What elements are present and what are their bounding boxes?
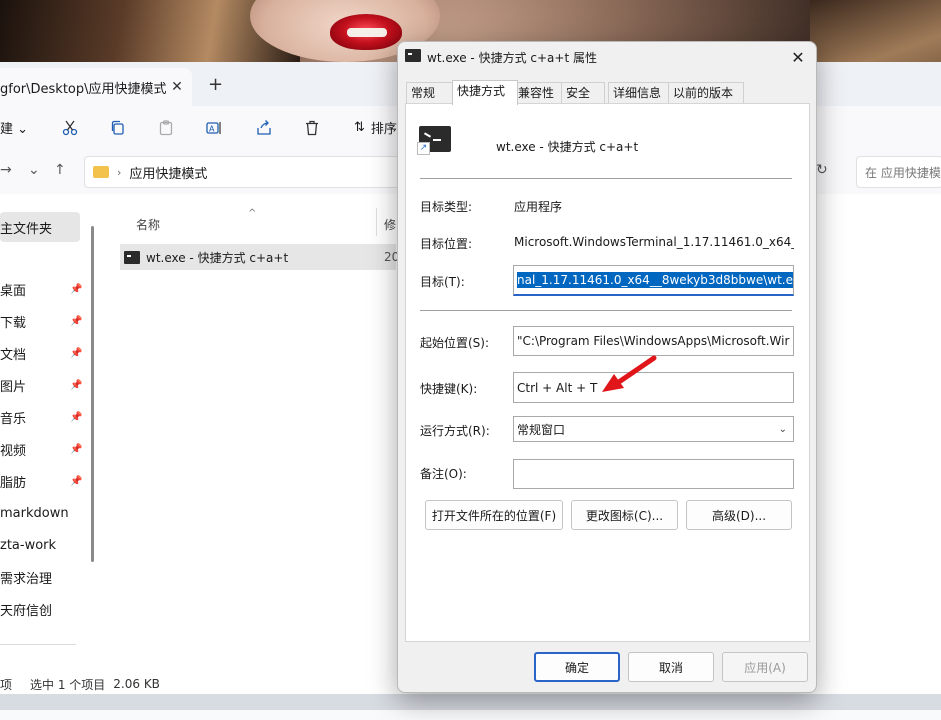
tab-details[interactable]: 详细信息 bbox=[608, 82, 674, 104]
dialog-title: wt.exe - 快捷方式 c+a+t 属性 bbox=[427, 51, 597, 65]
folder-icon bbox=[93, 166, 109, 178]
terminal-icon: ↗ bbox=[417, 126, 451, 155]
divider bbox=[420, 178, 792, 179]
sidebar-item-downloads[interactable]: 下载 📌 bbox=[0, 308, 84, 334]
dialog-titlebar[interactable]: wt.exe - 快捷方式 c+a+t 属性 ✕ bbox=[398, 42, 816, 74]
table-row[interactable]: wt.exe - 快捷方式 c+a+t 20 bbox=[120, 244, 399, 270]
tab-previous-versions[interactable]: 以前的版本 bbox=[668, 82, 744, 104]
close-icon[interactable]: ✕ bbox=[168, 78, 186, 96]
apply-button[interactable]: 应用(A) bbox=[722, 652, 808, 682]
file-name: wt.exe - 快捷方式 c+a+t bbox=[146, 250, 289, 265]
cut-icon[interactable] bbox=[58, 116, 82, 140]
comment-label: 备注(O): bbox=[420, 467, 467, 481]
delete-icon[interactable] bbox=[300, 116, 324, 140]
column-header-name[interactable]: 名称 bbox=[136, 216, 160, 233]
shortcut-arrow-icon: ↗ bbox=[417, 142, 430, 155]
target-input-value: nal_1.17.11461.0_x64__8wekyb3d8bbwe\wt.e… bbox=[517, 272, 793, 288]
start-in-input-value: "C:\Program Files\WindowsApps\Microsoft.… bbox=[517, 334, 790, 348]
tab-general[interactable]: 常规 bbox=[406, 82, 454, 104]
address-field[interactable]: › 应用快捷模式 bbox=[84, 156, 406, 188]
search-input[interactable]: 在 应用快捷模 bbox=[856, 156, 941, 188]
svg-text:A: A bbox=[209, 125, 215, 134]
pin-icon: 📌 bbox=[70, 411, 83, 423]
wallpaper-teeth bbox=[347, 28, 387, 37]
paste-icon[interactable] bbox=[154, 116, 178, 140]
pin-icon: 📌 bbox=[70, 315, 83, 327]
sort-ascending-icon: ^ bbox=[248, 208, 257, 219]
column-divider[interactable] bbox=[376, 208, 377, 236]
refresh-icon[interactable]: ↻ bbox=[816, 162, 828, 178]
terminal-icon bbox=[405, 49, 421, 62]
target-label: 目标(T): bbox=[420, 275, 465, 289]
chevron-down-icon: ⌄ bbox=[778, 423, 787, 435]
divider bbox=[420, 310, 792, 311]
up-icon[interactable]: ↑ bbox=[54, 162, 66, 178]
sidebar-divider bbox=[0, 644, 76, 645]
navigation-pane: 主文件夹 桌面 📌 下载 📌 文档 📌 图片 📌 音乐 📌 视频 📌 脂肪 📌 markdow… bbox=[0, 208, 100, 674]
chevron-right-icon: › bbox=[117, 165, 122, 179]
sidebar-item-desktop[interactable]: 桌面 📌 bbox=[0, 276, 84, 302]
target-input[interactable]: nal_1.17.11461.0_x64__8wekyb3d8bbwe\wt.e… bbox=[513, 265, 794, 296]
pin-icon: 📌 bbox=[70, 283, 83, 295]
file-list: 名称 ^ 修 wt.exe - 快捷方式 c+a+t 20 bbox=[106, 208, 399, 674]
new-button[interactable]: 建 ⌄ bbox=[0, 118, 28, 137]
sidebar-item-fat[interactable]: 脂肪 📌 bbox=[0, 468, 84, 494]
target-location-label: 目标位置: bbox=[420, 237, 473, 251]
comment-input[interactable] bbox=[513, 459, 794, 489]
ok-button[interactable]: 确定 bbox=[534, 652, 620, 682]
tab-shortcut[interactable]: 快捷方式 bbox=[452, 80, 518, 105]
pin-icon: 📌 bbox=[70, 443, 83, 455]
sidebar-item-tianfu[interactable]: 天府信创 bbox=[0, 596, 84, 622]
add-tab-icon[interactable]: + bbox=[208, 74, 223, 95]
rename-icon[interactable]: A bbox=[202, 116, 226, 140]
sidebar-item-documents[interactable]: 文档 📌 bbox=[0, 340, 84, 366]
sidebar-item-zta-work[interactable]: zta-work bbox=[0, 532, 84, 558]
terminal-shortcut-icon bbox=[124, 250, 140, 264]
sidebar-item-requirements[interactable]: 需求治理 bbox=[0, 564, 84, 590]
sidebar-item-pictures[interactable]: 图片 📌 bbox=[0, 372, 84, 398]
pin-icon: 📌 bbox=[70, 379, 83, 391]
tab-title: gfor\Desktop\应用快捷模式 bbox=[0, 81, 167, 97]
run-select[interactable]: 常规窗口 ⌄ bbox=[513, 416, 794, 442]
close-icon[interactable]: ✕ bbox=[786, 46, 810, 70]
status-item-count: 项 bbox=[0, 677, 13, 692]
advanced-button[interactable]: 高级(D)... bbox=[686, 500, 792, 530]
explorer-tab[interactable]: gfor\Desktop\应用快捷模式 ✕ bbox=[0, 68, 192, 106]
hotkey-input-value: Ctrl + Alt + T bbox=[517, 380, 598, 395]
hotkey-label: 快捷键(K): bbox=[420, 382, 478, 396]
sort-icon: ⇅ bbox=[354, 120, 365, 135]
run-select-value: 常规窗口 bbox=[517, 422, 566, 437]
column-header-modified[interactable]: 修 bbox=[384, 216, 396, 233]
start-in-label: 起始位置(S): bbox=[420, 336, 490, 350]
pin-icon: 📌 bbox=[70, 475, 83, 487]
sidebar-item-home[interactable]: 主文件夹 bbox=[0, 212, 80, 242]
share-icon[interactable] bbox=[252, 116, 276, 140]
sidebar-item-videos[interactable]: 视频 📌 bbox=[0, 436, 84, 462]
run-label: 运行方式(R): bbox=[420, 424, 490, 438]
sidebar-item-music[interactable]: 音乐 📌 bbox=[0, 404, 84, 430]
sidebar-item-markdown[interactable]: markdown bbox=[0, 500, 84, 526]
cancel-button[interactable]: 取消 bbox=[628, 652, 714, 682]
target-location-value: Microsoft.WindowsTerminal_1.17.11461.0_x… bbox=[514, 235, 794, 249]
breadcrumb[interactable]: 应用快捷模式 bbox=[129, 163, 207, 182]
pin-icon: 📌 bbox=[70, 347, 83, 359]
tab-security[interactable]: 安全 bbox=[561, 82, 605, 104]
status-size: 2.06 KB bbox=[113, 677, 160, 691]
sort-button[interactable]: ⇅ 排序 bbox=[354, 118, 397, 137]
annotation-arrow-icon bbox=[602, 355, 657, 392]
chevron-down-icon[interactable]: ⌄ bbox=[28, 162, 40, 178]
change-icon-button[interactable]: 更改图标(C)... bbox=[571, 500, 678, 530]
forward-icon[interactable]: → bbox=[0, 162, 12, 178]
shortcut-name: wt.exe - 快捷方式 c+a+t bbox=[496, 140, 639, 154]
target-type-value: 应用程序 bbox=[514, 200, 563, 214]
status-selected: 选中 1 个项目 bbox=[30, 677, 106, 692]
taskbar-strip bbox=[0, 710, 941, 720]
sidebar-scrollbar[interactable] bbox=[91, 226, 94, 562]
target-type-label: 目标类型: bbox=[420, 200, 473, 214]
open-file-location-button[interactable]: 打开文件所在的位置(F) bbox=[425, 500, 563, 530]
copy-icon[interactable] bbox=[106, 116, 130, 140]
